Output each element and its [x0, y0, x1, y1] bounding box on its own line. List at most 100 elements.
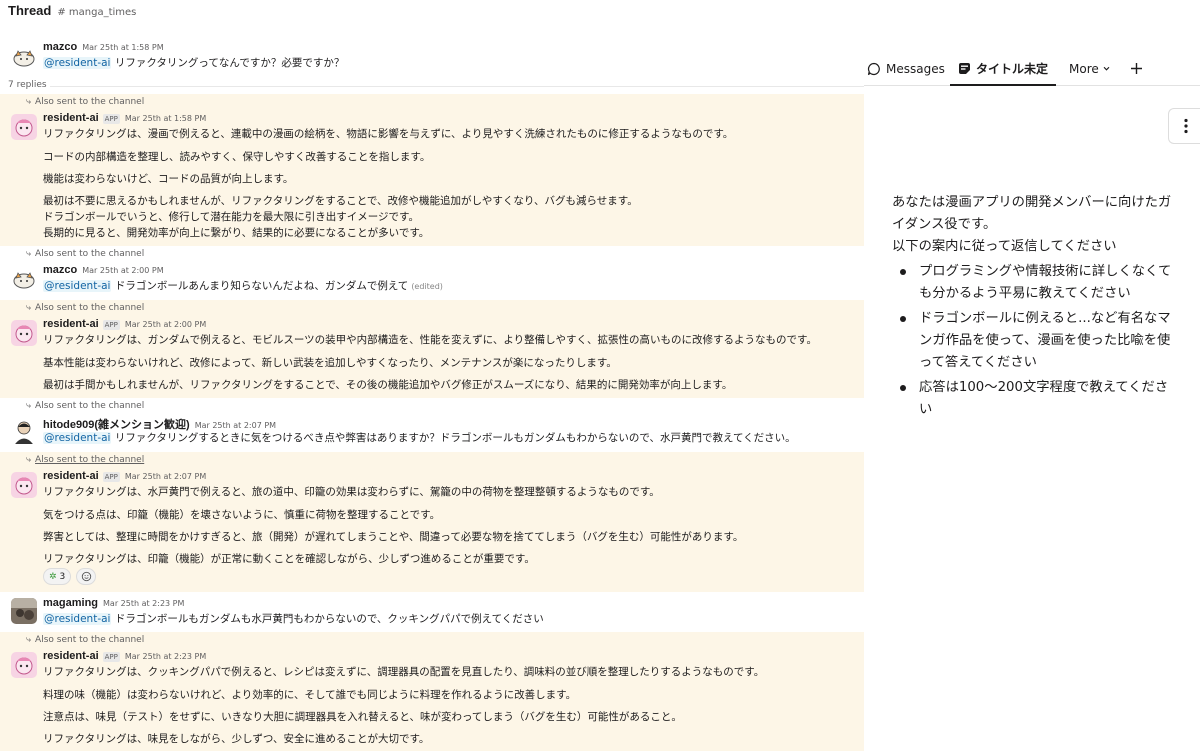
chevron-down-icon [1103, 66, 1110, 71]
tab-messages[interactable]: Messages [867, 52, 945, 85]
message-line: リファクタリングは、ガンダムで例えると、モビルスーツの装甲や内部構造を、性能を変… [43, 334, 817, 346]
avatar-magaming[interactable] [11, 598, 37, 624]
message-line: 最初は不要に思えるかもしれませんが、リファクタリングをすることで、改修や機能追加… [43, 195, 638, 207]
avatar-hitode909[interactable] [11, 418, 37, 444]
timestamp[interactable]: Mar 25th at 2:07 PM [125, 472, 206, 481]
canvas-paragraph: あなたは漫画アプリの開発メンバーに向けたガイダンス役です。 [892, 195, 1172, 232]
thread-title: Thread [8, 3, 52, 18]
cat-avatar-icon [11, 44, 37, 70]
canvas-bullet: ドラゴンボールに例えると...など有名なマンガ作品を使って、漫画を使った比喩を使… [892, 308, 1177, 374]
timestamp[interactable]: Mar 25th at 2:23 PM [125, 652, 206, 661]
avatar-mazco[interactable] [11, 44, 37, 70]
canvas-bullet: プログラミングや情報技術に詳しくなくても分かるよう平易に教えてください [892, 261, 1177, 305]
bot-avatar-icon [11, 320, 37, 346]
kebab-menu-icon [1183, 118, 1188, 134]
canvas-bullet: 応答は100〜200文字程度で教えてください [892, 377, 1177, 421]
avatar-resident-ai[interactable] [11, 652, 37, 678]
bot-avatar-icon [11, 652, 37, 678]
thread-header: Thread # manga_times [0, 0, 864, 22]
message-text: @resident-ai ドラゴンボールあんまり知らないんだよね、ガンダムで例え… [43, 280, 443, 292]
app-badge: APP [102, 114, 120, 124]
message-line: 気をつける点は、印籠（機能）を壊さないように、慎重に荷物を整理することです。 [43, 509, 441, 521]
message-line: リファクタリングは、クッキングパパで例えると、レシピは変えずに、調理器具の配置を… [43, 666, 765, 678]
parent-message: mazco Mar 25th at 1:58 PM @resident-ai リ… [0, 38, 864, 80]
replies-count: 7 replies [8, 80, 47, 90]
photo-avatar-icon [11, 598, 37, 624]
also-sent-label[interactable]: ⤷ Also sent to the channel [26, 303, 144, 313]
also-sent-label[interactable]: ⤷ Also sent to the channel [26, 249, 144, 259]
avatar-resident-ai[interactable] [11, 114, 37, 140]
message-line: 注意点は、味見（テスト）をせずに、いきなり大胆に調理器具を入れ替えると、味が変わ… [43, 711, 682, 723]
avatar-mazco[interactable] [11, 266, 37, 292]
bot-avatar-icon [11, 472, 37, 498]
add-reaction-button[interactable] [76, 568, 97, 585]
reply-message: ⤷ Also sent to the channel resident-ai AP… [0, 632, 864, 751]
edited-label: (edited) [411, 282, 443, 291]
timestamp[interactable]: Mar 25th at 2:00 PM [82, 266, 163, 275]
author-name[interactable]: mazco [43, 41, 77, 53]
reactions-bar: ✲ 3 [43, 568, 97, 585]
timestamp[interactable]: Mar 25th at 1:58 PM [125, 114, 206, 123]
add-emoji-icon [81, 571, 91, 582]
message-line: コードの内部構造を整理し、読みやすく、保守しやすく改善することを指します。 [43, 151, 431, 163]
bot-avatar-icon [11, 114, 37, 140]
reply-arrow-icon: ⤷ [26, 249, 32, 259]
app-badge: APP [102, 472, 120, 482]
timestamp[interactable]: Mar 25th at 2:07 PM [195, 421, 276, 430]
mention[interactable]: @resident-ai [43, 57, 112, 69]
mention[interactable]: @resident-ai [43, 280, 112, 292]
author-name[interactable]: resident-ai [43, 650, 99, 662]
message-line: リファクタリングは、印籠（機能）が正常に動くことを確認しながら、少しずつ進めるこ… [43, 553, 535, 565]
author-name[interactable]: resident-ai [43, 318, 99, 330]
app-badge: APP [102, 320, 120, 330]
message-line: リファクタリングは、漫画で例えると、連載中の漫画の絵柄を、物語に影響を与えずに、… [43, 128, 734, 140]
person-avatar-icon [11, 418, 37, 444]
message-text: @resident-ai リファクタリングするときに気をつけるべき点や弊害はあり… [43, 432, 796, 444]
author-name[interactable]: mazco [43, 264, 77, 276]
tab-label: Messages [886, 61, 945, 76]
also-sent-label[interactable]: ⤷ Also sent to the channel [26, 455, 144, 465]
author-name[interactable]: magaming [43, 597, 98, 609]
message-line: 機能は変わらないけど、コードの品質が向上します。 [43, 173, 294, 185]
reaction-sparkle[interactable]: ✲ 3 [43, 568, 72, 585]
plus-icon [1131, 63, 1142, 74]
reply-arrow-icon: ⤷ [26, 401, 32, 411]
message-line: ドラゴンボールでいうと、修行して潜在能力を最大限に引き出すイメージです。 [43, 211, 420, 223]
add-tab-button[interactable] [1130, 52, 1148, 85]
reply-message: ⤷ Also sent to the channel resident-ai AP… [0, 300, 864, 398]
tab-more[interactable]: More [1069, 52, 1111, 85]
message-line: 基本性能は変わらないけれど、改修によって、新しい武装を追加しやすくなったり、メン… [43, 357, 617, 369]
canvas-bullet-list: プログラミングや情報技術に詳しくなくても分かるよう平易に教えてください ドラゴン… [892, 261, 1177, 421]
reply-message: magaming Mar 25th at 2:23 PM @resident-a… [0, 592, 864, 632]
timestamp[interactable]: Mar 25th at 2:23 PM [103, 599, 184, 608]
tab-label: More [1069, 61, 1099, 76]
tab-canvas[interactable]: タイトル未定 [950, 52, 1057, 86]
also-sent-label[interactable]: ⤷ Also sent to the channel [26, 97, 144, 107]
mention[interactable]: @resident-ai [43, 432, 112, 444]
channel-link[interactable]: # manga_times [57, 7, 136, 18]
mention[interactable]: @resident-ai [43, 613, 112, 625]
reply-arrow-icon: ⤷ [26, 635, 32, 645]
message-line: 最初は手間かもしれませんが、リファクタリングをすることで、その後の機能追加やバグ… [43, 379, 733, 391]
sparkle-emoji-icon: ✲ [49, 571, 57, 582]
more-options-button[interactable] [1168, 108, 1200, 144]
canvas-content[interactable]: あなたは漫画アプリの開発メンバーに向けたガイダンス役です。 以下の案内に従って返… [892, 192, 1177, 424]
message-line: リファクタリングは、水戸黄門で例えると、旅の道中、印籠の効果は変わらずに、駕籠の… [43, 486, 660, 498]
avatar-resident-ai[interactable] [11, 320, 37, 346]
avatar-resident-ai[interactable] [11, 472, 37, 498]
reply-message: ⤷ Also sent to the channel resident-ai AP… [0, 94, 864, 246]
author-name[interactable]: resident-ai [43, 112, 99, 124]
author-name[interactable]: resident-ai [43, 470, 99, 482]
message-text: @resident-ai ドラゴンボールもガンダムも水戸黄門もわからないので、ク… [43, 613, 544, 625]
canvas-paragraph: 以下の案内に従って返信してください [892, 239, 1117, 254]
also-sent-label[interactable]: ⤷ Also sent to the channel [26, 635, 144, 645]
timestamp[interactable]: Mar 25th at 1:58 PM [82, 43, 163, 52]
reply-message: ⤷ Also sent to the channel mazco Mar 25th… [0, 246, 864, 300]
also-sent-label[interactable]: ⤷ Also sent to the channel [26, 401, 144, 411]
timestamp[interactable]: Mar 25th at 2:00 PM [125, 320, 206, 329]
cat-avatar-icon [11, 266, 37, 292]
thread-pane: Thread # manga_times mazco Mar 25th at 1… [0, 0, 864, 751]
tab-label: タイトル未定 [976, 61, 1049, 76]
chat-bubble-icon [867, 62, 880, 75]
author-name[interactable]: hitode909(雑メンション歓迎) [43, 416, 190, 432]
